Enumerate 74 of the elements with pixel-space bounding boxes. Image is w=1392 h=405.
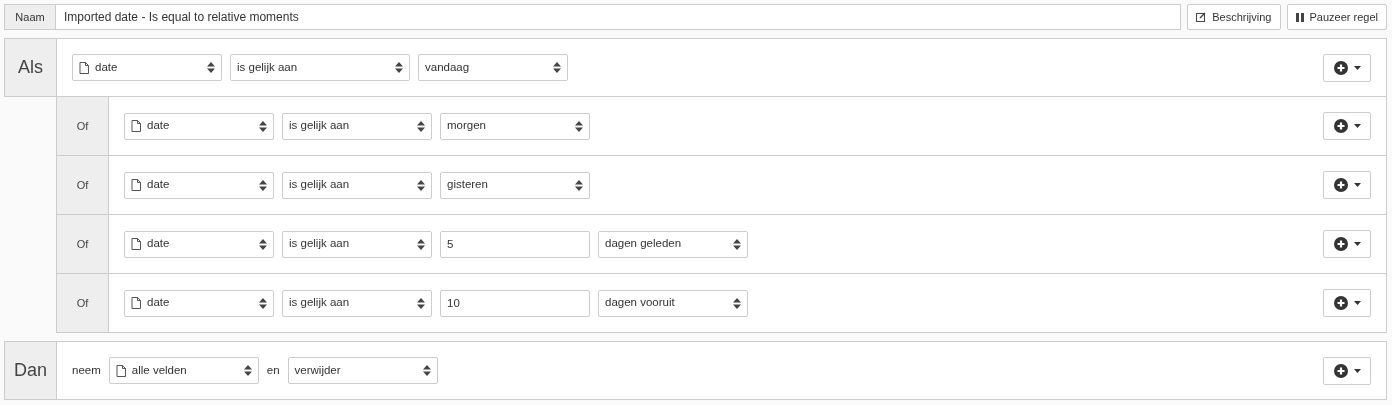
sort-icon: [417, 179, 425, 191]
row-label: Of: [57, 274, 109, 332]
plus-circle-icon: [1333, 296, 1348, 310]
dropdown[interactable]: gisteren: [440, 171, 590, 199]
label-text: neem: [72, 362, 101, 378]
dropdown[interactable]: is gelijk aan: [230, 54, 410, 81]
sort-icon: [417, 297, 425, 309]
sort-icon: [733, 297, 741, 309]
sort-icon: [259, 179, 267, 191]
row-label: Of: [57, 97, 109, 155]
sort-icon: [417, 120, 425, 132]
edit-icon: [1196, 12, 1207, 22]
caret-icon: [1353, 368, 1361, 373]
dropdown[interactable]: dagen geleden: [598, 230, 748, 258]
file-icon: [131, 238, 141, 250]
add-button[interactable]: [1323, 289, 1371, 317]
input-field[interactable]: 5: [440, 230, 590, 258]
row-label: Dan: [5, 342, 57, 399]
plus-circle-icon: [1333, 363, 1348, 378]
name-label: Naam: [4, 4, 56, 30]
plus-circle-icon: [1333, 119, 1348, 133]
file-icon: [131, 120, 141, 132]
caret-icon: [1353, 65, 1361, 70]
field-dropdown[interactable]: alle velden: [108, 357, 259, 384]
row-label: Of: [57, 215, 109, 273]
add-button[interactable]: [1323, 112, 1371, 140]
label-text: en: [266, 362, 280, 378]
field-dropdown[interactable]: date: [124, 289, 274, 317]
row-label: Als: [5, 39, 57, 96]
row-label: Of: [57, 156, 109, 214]
field-dropdown[interactable]: date: [124, 112, 274, 140]
sort-icon: [417, 238, 425, 250]
dropdown[interactable]: is gelijk aan: [282, 230, 432, 258]
dropdown[interactable]: dagen vooruit: [598, 289, 748, 317]
sort-icon: [553, 62, 561, 73]
caret-icon: [1353, 242, 1361, 246]
file-icon: [115, 364, 126, 377]
add-button[interactable]: [1323, 230, 1371, 258]
plus-circle-icon: [1333, 237, 1348, 251]
pause-button[interactable]: Pauzeer regel: [1286, 4, 1387, 30]
sort-icon: [733, 238, 741, 250]
dropdown[interactable]: is gelijk aan: [282, 289, 432, 317]
input-field[interactable]: 10: [440, 289, 590, 317]
dropdown[interactable]: is gelijk aan: [282, 171, 432, 199]
name-input[interactable]: Imported date - Is equal to relative moments: [56, 4, 1182, 30]
sort-icon: [259, 297, 267, 309]
caret-icon: [1353, 183, 1361, 187]
sort-icon: [422, 365, 431, 376]
field-dropdown[interactable]: date: [124, 171, 274, 199]
pause-icon: [1295, 12, 1304, 22]
plus-circle-icon: [1333, 178, 1348, 192]
description-button[interactable]: Beschrijving: [1187, 4, 1281, 30]
caret-icon: [1353, 301, 1361, 305]
file-icon: [131, 297, 141, 309]
file-icon: [131, 179, 141, 191]
sort-icon: [395, 62, 403, 73]
dropdown[interactable]: is gelijk aan: [282, 112, 432, 140]
dropdown[interactable]: vandaag: [418, 54, 568, 81]
sort-icon: [575, 179, 583, 191]
add-button[interactable]: [1323, 171, 1371, 199]
sort-icon: [575, 120, 583, 132]
add-button[interactable]: [1323, 356, 1371, 385]
plus-circle-icon: [1333, 60, 1348, 75]
sort-icon: [259, 120, 267, 132]
field-dropdown[interactable]: date: [72, 54, 222, 81]
sort-icon: [207, 62, 215, 73]
field-dropdown[interactable]: date: [124, 230, 274, 258]
sort-icon: [259, 238, 267, 250]
caret-icon: [1353, 124, 1361, 128]
dropdown[interactable]: morgen: [440, 112, 590, 140]
file-icon: [79, 61, 89, 74]
dropdown[interactable]: verwijder: [287, 357, 438, 384]
sort-icon: [243, 365, 252, 376]
add-button[interactable]: [1323, 53, 1371, 82]
